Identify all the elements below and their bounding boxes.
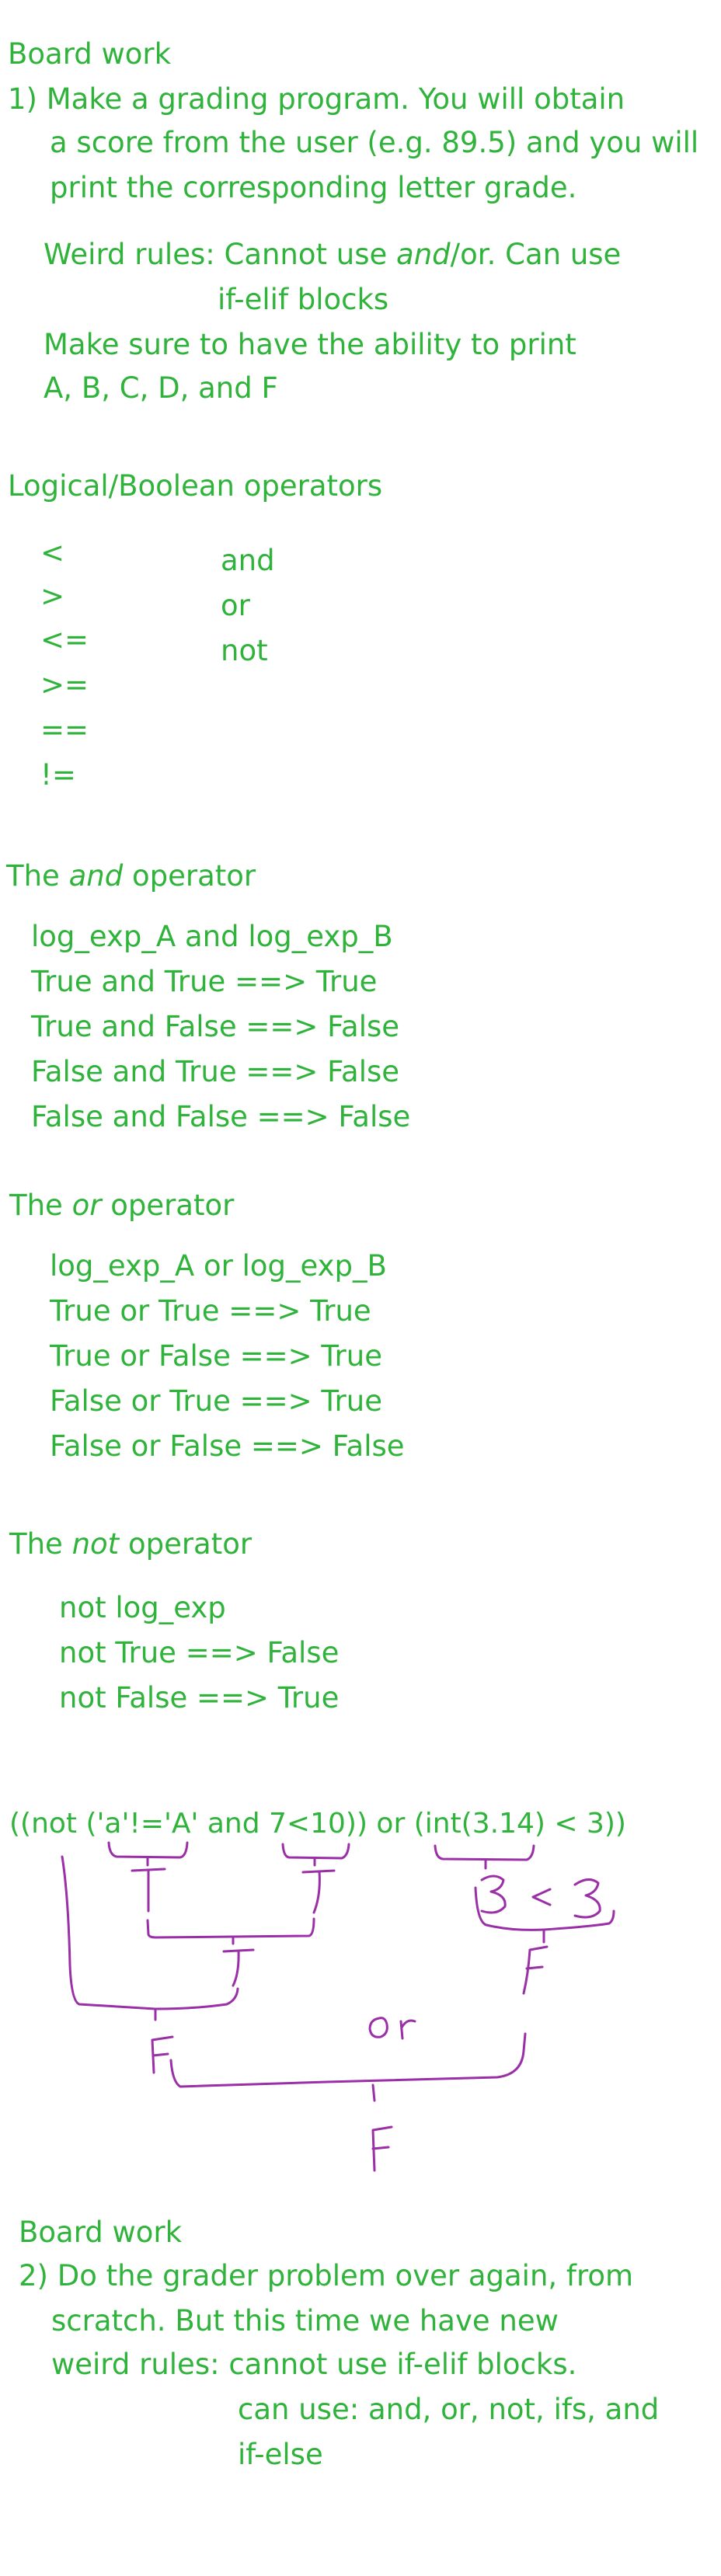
annotation-int-result	[480, 1875, 507, 1914]
bracket-not-outer	[61, 1855, 239, 2010]
bracket-and-result	[146, 1917, 315, 1939]
board-work-2-line: scratch. But this time we have new	[51, 2304, 559, 2338]
annotation-lt	[531, 1888, 552, 1906]
bracket-or-result-stem	[371, 2083, 376, 2102]
annotation-f-left	[151, 2035, 174, 2074]
annotation-t-combined	[222, 1948, 255, 1987]
board-work-2-line: if-else	[238, 2438, 323, 2471]
annotation-f-final	[371, 2125, 393, 2172]
board-work-2-line: weird rules: cannot use if-elif blocks.	[51, 2348, 577, 2381]
annotation-t2	[301, 1869, 336, 1914]
handwritten-notes-page: { "colors": { "text": "#2fb33b", "ink": …	[0, 0, 721, 2576]
handwritten-evaluation-tree	[61, 1841, 615, 2172]
annotation-t1	[131, 1868, 166, 1913]
bracket-a-neq-A	[107, 1841, 189, 1859]
board-work-2-title: Board work	[19, 2216, 183, 2249]
bracket-7-lt-10	[281, 1843, 350, 1860]
annotation-f-right	[522, 1945, 549, 1995]
bracket-or-result	[169, 2032, 527, 2088]
annotation-or-label	[368, 2017, 416, 2040]
board-work-2-line: can use: and, or, not, ifs, and	[238, 2393, 660, 2426]
board-work-2-line: 2) Do the grader problem over again, fro…	[19, 2259, 634, 2292]
annotation-three	[573, 1878, 601, 1919]
bracket-int-call	[434, 1844, 535, 1861]
